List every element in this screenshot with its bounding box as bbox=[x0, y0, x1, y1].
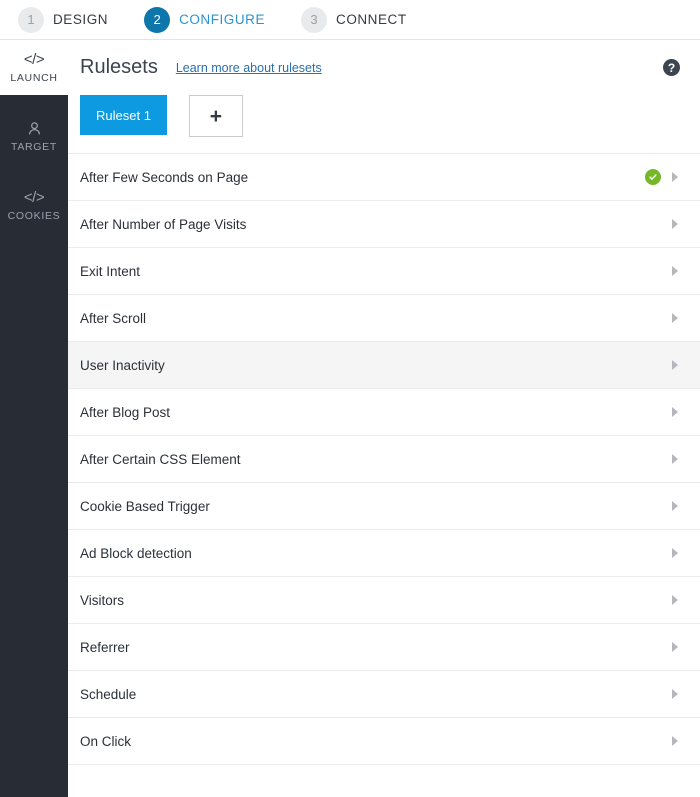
rule-row-label: Exit Intent bbox=[80, 263, 141, 279]
question-mark-icon[interactable]: ? bbox=[663, 59, 680, 76]
sidebar-item-launch-label: LAUNCH bbox=[10, 71, 58, 84]
chevron-right-icon[interactable] bbox=[672, 407, 678, 417]
chevron-right-icon[interactable] bbox=[672, 360, 678, 370]
code-icon: </> bbox=[23, 50, 45, 68]
rule-row-label: Cookie Based Trigger bbox=[80, 498, 210, 514]
rule-row[interactable]: Schedule bbox=[68, 671, 700, 718]
rule-row[interactable]: Cookie Based Trigger bbox=[68, 483, 700, 530]
rule-row-label: After Certain CSS Element bbox=[80, 451, 241, 467]
step-design-label: DESIGN bbox=[53, 12, 109, 27]
rule-row[interactable]: Ad Block detection bbox=[68, 530, 700, 577]
chevron-right-icon[interactable] bbox=[672, 736, 678, 746]
chevron-right-icon[interactable] bbox=[672, 642, 678, 652]
page-header: Rulesets Learn more about rulesets ? bbox=[68, 40, 700, 95]
plus-icon: + bbox=[209, 104, 223, 128]
chevron-right-icon[interactable] bbox=[672, 548, 678, 558]
rule-row-label: Visitors bbox=[80, 592, 125, 608]
rule-row[interactable]: After Certain CSS Element bbox=[68, 436, 700, 483]
step-configure-number: 2 bbox=[144, 6, 171, 33]
rule-row-label: After Blog Post bbox=[80, 404, 171, 420]
rule-row[interactable]: On Click bbox=[68, 718, 700, 765]
ruleset-tab-row: Ruleset 1 + bbox=[68, 95, 700, 153]
sidebar-item-cookies[interactable]: </> COOKIES bbox=[0, 178, 68, 233]
rule-row[interactable]: Exit Intent bbox=[68, 248, 700, 295]
chevron-right-icon[interactable] bbox=[672, 454, 678, 464]
main-content: Rulesets Learn more about rulesets ? Rul… bbox=[68, 40, 700, 797]
rule-row-label: Schedule bbox=[80, 686, 137, 702]
ruleset-tab-1[interactable]: Ruleset 1 bbox=[80, 95, 167, 135]
wizard-step-bar: 1 DESIGN 2 CONFIGURE 3 CONNECT bbox=[0, 0, 700, 40]
sidebar-item-target-label: TARGET bbox=[10, 140, 57, 153]
rule-row-label: After Number of Page Visits bbox=[80, 216, 247, 232]
add-ruleset-button[interactable]: + bbox=[188, 95, 243, 137]
rule-row[interactable]: Visitors bbox=[68, 577, 700, 624]
step-configure[interactable]: 2 CONFIGURE bbox=[144, 6, 266, 33]
page-title: Rulesets bbox=[80, 56, 158, 78]
chevron-right-icon[interactable] bbox=[672, 219, 678, 229]
rule-row-label: Ad Block detection bbox=[80, 545, 192, 561]
chevron-right-icon[interactable] bbox=[672, 689, 678, 699]
rule-row-label: User Inactivity bbox=[80, 357, 165, 373]
step-design[interactable]: 1 DESIGN bbox=[18, 6, 109, 33]
rule-row[interactable]: After Number of Page Visits bbox=[68, 201, 700, 248]
learn-more-link[interactable]: Learn more about rulesets bbox=[176, 61, 322, 75]
rule-list: After Few Seconds on Page After Number of… bbox=[68, 153, 700, 765]
rule-row[interactable]: After Few Seconds on Page bbox=[68, 154, 700, 201]
rule-row[interactable]: Referrer bbox=[68, 624, 700, 671]
page-body: </> LAUNCH TARGET </> COOKIES Rulesets L… bbox=[0, 40, 700, 797]
step-connect-number: 3 bbox=[301, 6, 328, 33]
chevron-right-icon[interactable] bbox=[672, 501, 678, 511]
rule-row[interactable]: User Inactivity bbox=[68, 342, 700, 389]
sidebar-item-launch[interactable]: </> LAUNCH bbox=[0, 40, 68, 95]
code-icon: </> bbox=[23, 188, 45, 206]
step-connect-label: CONNECT bbox=[336, 12, 407, 27]
sidebar-item-target[interactable]: TARGET bbox=[0, 109, 68, 164]
sidebar-item-cookies-label: COOKIES bbox=[7, 209, 61, 222]
step-configure-label: CONFIGURE bbox=[179, 12, 266, 27]
checkmark-icon bbox=[645, 169, 661, 185]
chevron-right-icon[interactable] bbox=[672, 313, 678, 323]
step-connect[interactable]: 3 CONNECT bbox=[301, 6, 407, 33]
chevron-right-icon[interactable] bbox=[672, 595, 678, 605]
step-design-number: 1 bbox=[18, 6, 44, 33]
chevron-right-icon[interactable] bbox=[672, 266, 678, 276]
left-sidebar: </> LAUNCH TARGET </> COOKIES bbox=[0, 40, 68, 797]
chevron-right-icon[interactable] bbox=[672, 172, 678, 182]
rule-row-label: After Scroll bbox=[80, 310, 147, 326]
rule-row-label: After Few Seconds on Page bbox=[80, 169, 249, 185]
rule-row[interactable]: After Scroll bbox=[68, 295, 700, 342]
rule-row-label: On Click bbox=[80, 733, 132, 749]
person-icon bbox=[27, 121, 42, 136]
rule-row-label: Referrer bbox=[80, 639, 130, 655]
rule-row[interactable]: After Blog Post bbox=[68, 389, 700, 436]
